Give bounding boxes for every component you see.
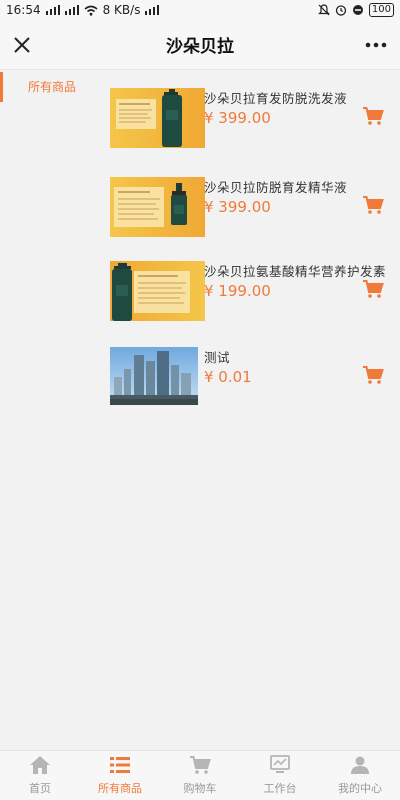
signal-icon [64, 5, 79, 15]
product-price: ¥ 199.00 [204, 282, 271, 300]
product-name[interactable]: 测试 [204, 347, 230, 366]
tab-cart[interactable]: 购物车 [160, 751, 240, 800]
dnd-icon [352, 5, 363, 15]
conditioner-product-image[interactable] [110, 261, 205, 321]
network-speed: 8 KB/s [102, 3, 141, 17]
wifi-icon [84, 5, 98, 16]
status-right: 100 [317, 3, 394, 17]
shampoo-product-image[interactable] [110, 88, 205, 148]
status-time: 16:54 [6, 3, 41, 17]
product-price: ¥ 0.01 [204, 368, 252, 386]
more-options-icon[interactable] [362, 33, 390, 57]
category-item-all-products[interactable]: 所有商品 [0, 70, 100, 104]
status-left: 16:54 8 KB/s [6, 3, 160, 17]
battery-level: 100 [368, 3, 394, 17]
header: 沙朵贝拉 [0, 20, 400, 70]
bottom-tab-bar: 首页 所有商品 购物车 工作台 我的中心 [0, 750, 400, 800]
cart-icon [190, 756, 211, 774]
tab-label: 所有商品 [98, 782, 142, 795]
tab-label: 购物车 [183, 782, 217, 795]
tab-workbench[interactable]: 工作台 [240, 751, 320, 800]
product-name[interactable]: 沙朵贝拉育发防脱洗发液 [204, 88, 347, 107]
main-content: 所有商品 沙朵贝拉育发防脱洗发液 ¥ 399.00 沙朵贝拉防脱育发精华液 ¥ … [0, 70, 400, 750]
signal-icon [45, 5, 60, 15]
tab-all-products[interactable]: 所有商品 [80, 751, 160, 800]
product-item[interactable]: 沙朵贝拉防脱育发精华液 ¥ 399.00 [100, 177, 400, 237]
add-to-cart-icon[interactable] [362, 106, 384, 126]
city-buildings-image[interactable] [110, 347, 198, 405]
product-name[interactable]: 沙朵贝拉氨基酸精华营养护发素 [204, 261, 386, 280]
category-sidebar: 所有商品 [0, 70, 100, 104]
add-to-cart-icon[interactable] [362, 365, 384, 385]
tab-label: 工作台 [263, 782, 297, 795]
mute-icon [317, 4, 330, 16]
product-item[interactable]: 沙朵贝拉育发防脱洗发液 ¥ 399.00 [100, 88, 400, 148]
add-to-cart-icon[interactable] [362, 195, 384, 215]
monitor-icon [270, 755, 290, 773]
list-icon [110, 757, 130, 773]
product-name[interactable]: 沙朵贝拉防脱育发精华液 [204, 177, 347, 196]
product-price: ¥ 399.00 [204, 109, 271, 127]
product-price: ¥ 399.00 [204, 198, 271, 216]
tab-label: 首页 [29, 782, 51, 795]
page-title: 沙朵贝拉 [166, 37, 234, 57]
signal-icon [145, 5, 160, 15]
status-bar: 16:54 8 KB/s 100 [0, 0, 400, 20]
product-item[interactable]: 沙朵贝拉氨基酸精华营养护发素 ¥ 199.00 [100, 261, 400, 321]
user-icon [351, 756, 369, 774]
close-icon[interactable] [10, 33, 34, 57]
tab-home[interactable]: 首页 [0, 751, 80, 800]
product-item[interactable]: 测试 ¥ 0.01 [100, 347, 400, 407]
home-icon [30, 756, 50, 774]
add-to-cart-icon[interactable] [362, 279, 384, 299]
alarm-icon [335, 5, 347, 16]
essence-product-image[interactable] [110, 177, 205, 237]
tab-my-center[interactable]: 我的中心 [320, 751, 400, 800]
tab-label: 我的中心 [338, 782, 382, 795]
